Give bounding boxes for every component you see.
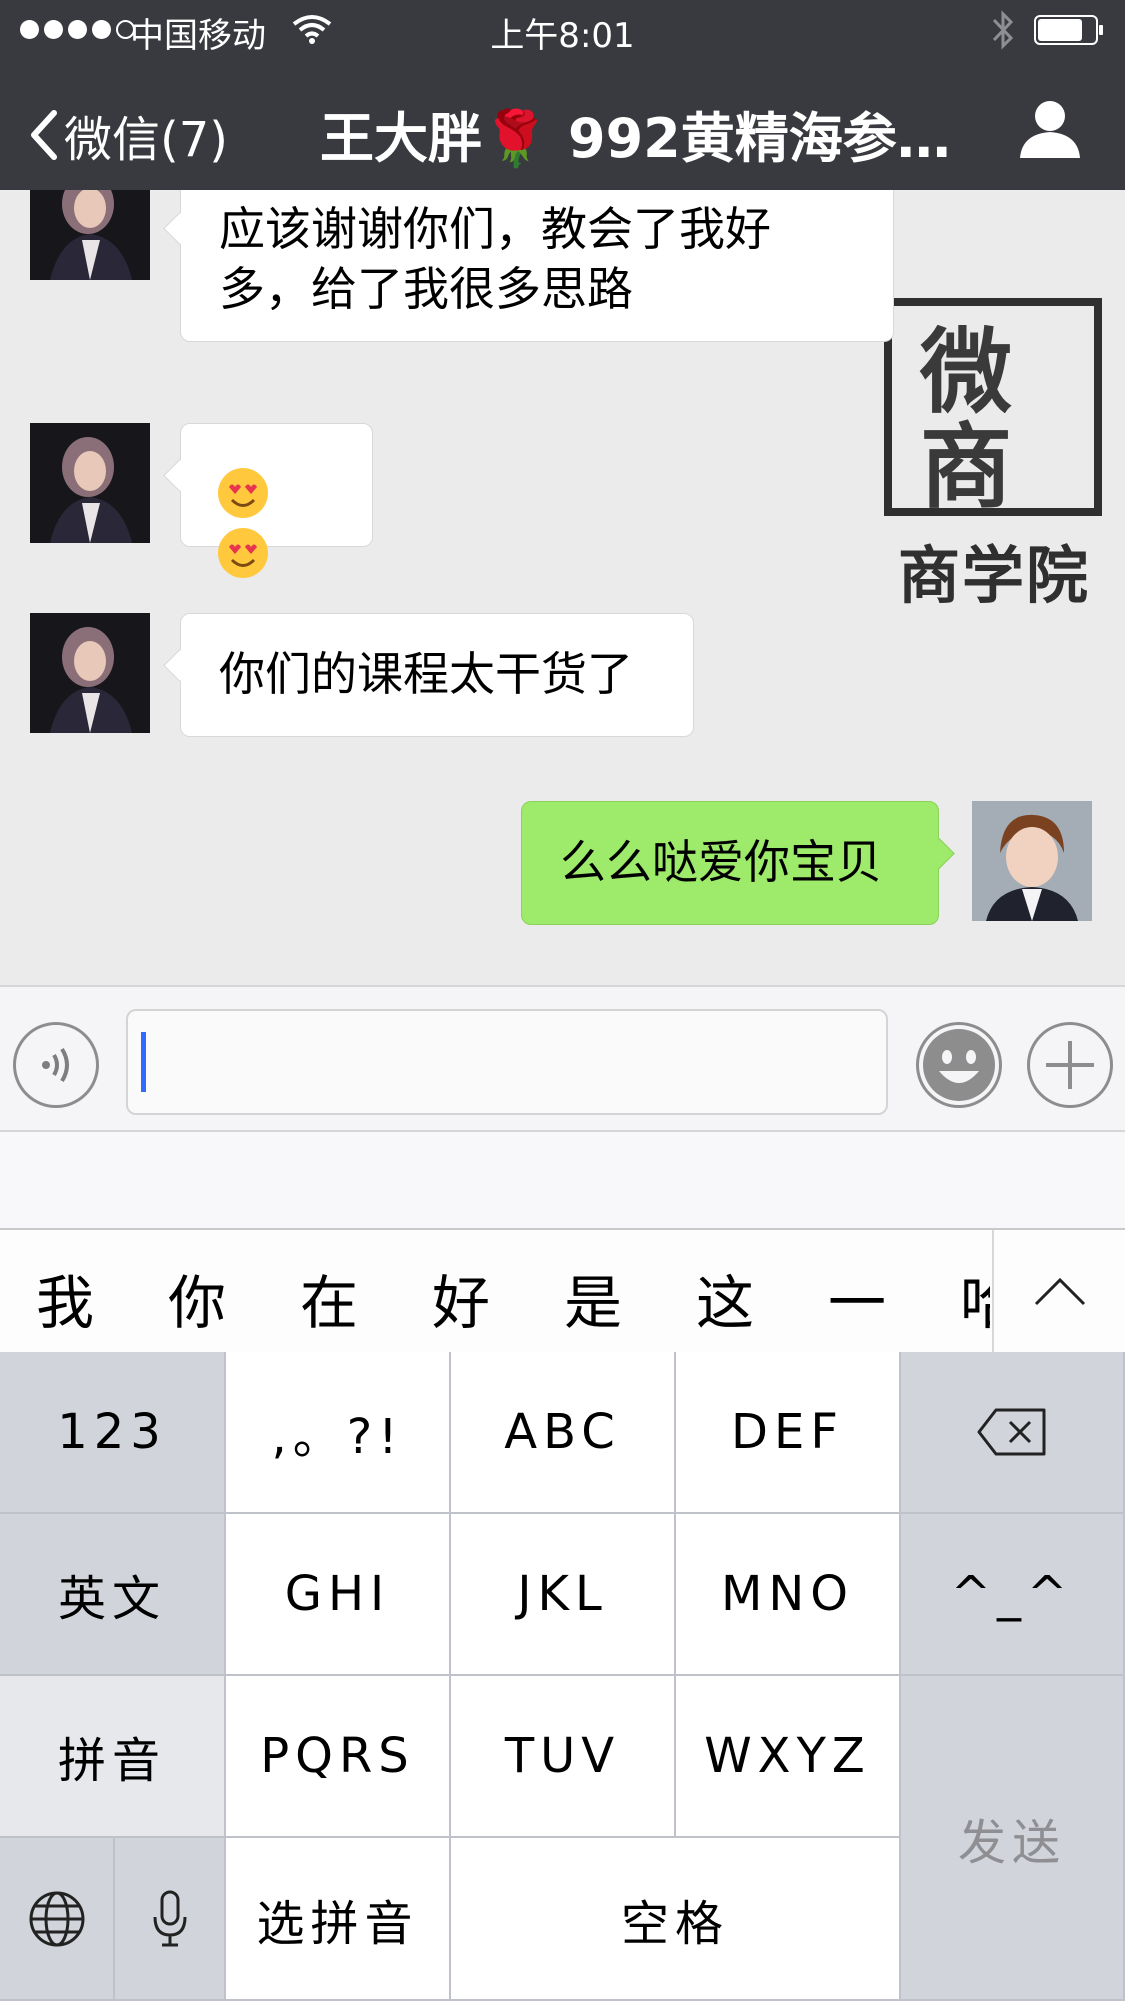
backspace-key[interactable] — [901, 1352, 1125, 1514]
microphone-icon — [153, 1890, 186, 1946]
status-bar: 中国移动 上午8:01 — [0, 0, 1125, 62]
contact-avatar-image — [30, 423, 150, 543]
top-bar: 中国移动 上午8:01 微信(7) 王大胖🌹 992黄精海参… — [0, 0, 1125, 190]
status-time: 上午8:01 — [490, 16, 635, 56]
key-ghi[interactable]: GHI — [226, 1514, 451, 1676]
backspace-icon — [977, 1408, 1046, 1456]
back-button[interactable]: 微信(7) — [28, 100, 228, 170]
voice-icon — [42, 1047, 69, 1083]
message-bubble-incoming[interactable] — [180, 423, 373, 578]
contact-avatar[interactable] — [30, 423, 150, 543]
back-label: 微信(7) — [64, 112, 228, 168]
emoji-button[interactable] — [916, 1022, 1002, 1108]
more-button[interactable] — [1027, 1022, 1113, 1108]
expand-candidates-button[interactable] — [992, 1230, 1125, 1354]
nav-bar: 微信(7) 王大胖🌹 992黄精海参… — [0, 62, 1125, 190]
candidate-list: 我 你 在 好 是 这 一 哈 — [0, 1230, 990, 1354]
heart-eyes-emoji-icon — [218, 527, 268, 578]
chat-title: 王大胖🌹 992黄精海参… — [320, 107, 951, 170]
my-avatar-image — [972, 801, 1092, 921]
message-bubble-outgoing[interactable]: 么么哒爱你宝贝 — [521, 801, 939, 925]
send-key[interactable]: 发送 — [901, 1676, 1125, 2001]
keyboard: 123 ,。?! ABC DEF 英文 GHI JKL MNO ^_^ 拼音 P… — [0, 1352, 1125, 2001]
input-bar — [0, 985, 1125, 1132]
contact-avatar-image — [30, 613, 150, 733]
contact-avatar[interactable] — [30, 190, 150, 280]
key-jkl[interactable]: JKL — [451, 1514, 676, 1676]
key-emoticon[interactable]: ^_^ — [901, 1514, 1125, 1676]
voice-toggle-button[interactable] — [13, 1022, 99, 1108]
key-wxyz[interactable]: WXYZ — [676, 1676, 901, 1838]
bluetooth-icon — [992, 10, 1014, 50]
svg-text:微: 微 — [919, 319, 1012, 426]
key-tuv[interactable]: TUV — [451, 1676, 676, 1838]
key-select-pinyin[interactable]: 选拼音 — [226, 1838, 451, 2001]
keyboard-spacer — [0, 1132, 1125, 1228]
contact-avatar-image — [30, 190, 150, 280]
battery-icon — [1034, 15, 1103, 45]
candidate-word[interactable]: 我 — [25, 1256, 105, 1340]
message-bubble-incoming[interactable]: 你们的课程太干货了 — [180, 613, 694, 737]
heart-eyes-emoji-icon — [218, 467, 268, 518]
key-def[interactable]: DEF — [676, 1352, 901, 1514]
candidate-word[interactable]: 哈 — [949, 1256, 990, 1340]
contact-avatar[interactable] — [30, 613, 150, 733]
candidate-word[interactable]: 在 — [289, 1256, 369, 1340]
key-123[interactable]: 123 — [0, 1352, 226, 1514]
candidate-word[interactable]: 一 — [817, 1256, 897, 1340]
key-pqrs[interactable]: PQRS — [226, 1676, 451, 1838]
key-pinyin[interactable]: 拼音 — [0, 1676, 226, 1838]
key-english[interactable]: 英文 — [0, 1514, 226, 1676]
chat-messages[interactable]: 微 商 商学院 应该谢谢你们，教会了我好 多，给了我很多思路 你们的课程太干货了… — [0, 190, 1125, 985]
my-avatar[interactable] — [972, 801, 1092, 921]
space-key[interactable]: 空格 — [451, 1838, 901, 2001]
candidate-word[interactable]: 这 — [685, 1256, 765, 1340]
message-text-line: 多，给了我很多思路 — [219, 262, 633, 316]
plus-icon — [1046, 1041, 1094, 1089]
smiley-icon — [923, 1029, 995, 1101]
watermark-caption: 商学院 — [898, 539, 1091, 612]
message-text-line: 应该谢谢你们，教会了我好 — [219, 202, 771, 256]
globe-key[interactable] — [0, 1838, 115, 2001]
message-bubble-incoming[interactable]: 应该谢谢你们，教会了我好 多，给了我很多思路 — [180, 190, 894, 342]
message-text: 你们的课程太干货了 — [219, 647, 633, 701]
text-caret — [141, 1032, 146, 1092]
candidate-word[interactable]: 是 — [553, 1256, 633, 1340]
chevron-up-icon — [1034, 1277, 1086, 1306]
dictation-key[interactable] — [115, 1838, 226, 2001]
message-text: 么么哒爱你宝贝 — [560, 835, 882, 889]
key-mno[interactable]: MNO — [676, 1514, 901, 1676]
candidate-word[interactable]: 你 — [157, 1256, 237, 1340]
globe-icon — [29, 1891, 84, 1946]
key-abc[interactable]: ABC — [451, 1352, 676, 1514]
svg-text:商: 商 — [920, 414, 1012, 521]
key-punctuation[interactable]: ,。?! — [226, 1352, 451, 1514]
candidate-bar: 我 你 在 好 是 这 一 哈 — [0, 1228, 1125, 1354]
message-input[interactable] — [126, 1009, 888, 1115]
person-icon[interactable] — [1018, 98, 1082, 158]
candidate-word[interactable]: 好 — [421, 1256, 501, 1340]
chevron-left-icon — [31, 110, 57, 160]
